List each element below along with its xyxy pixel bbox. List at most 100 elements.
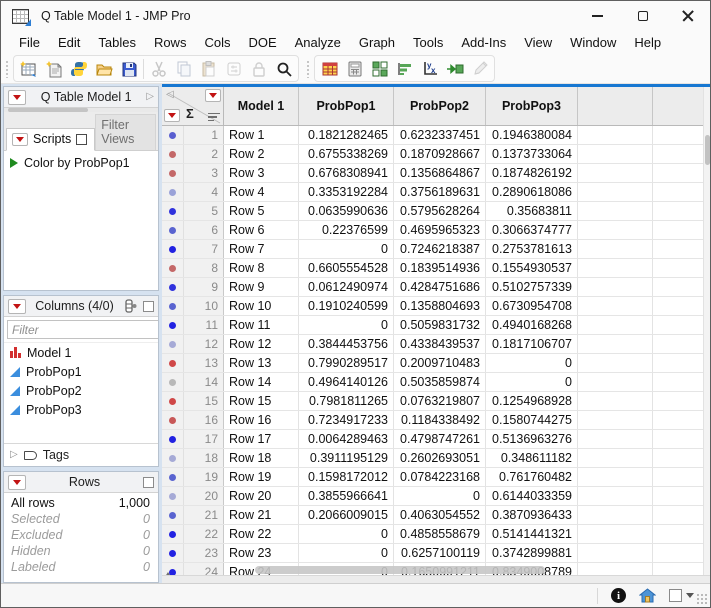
cell-probpop3[interactable]: 0.1946380084 [486,126,578,144]
cell-empty[interactable] [578,411,653,429]
cell-probpop3[interactable]: 0.1554930537 [486,259,578,277]
row-state-cell[interactable] [162,487,184,505]
search-button[interactable] [271,56,296,81]
row-stat-selected[interactable]: Selected0 [4,511,158,527]
open-file-button[interactable] [91,56,116,81]
row-number-cell[interactable]: 9 [184,278,224,296]
cell-probpop3[interactable]: 0 [486,354,578,372]
vertical-scrollbar-thumb[interactable] [705,135,710,165]
column-header-empty[interactable] [578,87,653,125]
cell-empty[interactable] [653,145,707,163]
tags-section[interactable]: ▷ Tags [4,443,158,466]
table-menu-button[interactable] [8,90,26,105]
maximize-button[interactable] [620,1,665,31]
menu-item-help[interactable]: Help [625,33,670,52]
cell-probpop3[interactable]: 0.2753781613 [486,240,578,258]
cell-empty[interactable] [578,430,653,448]
cell-probpop3[interactable]: 0.2890618086 [486,183,578,201]
cell-model1[interactable]: Row 23 [224,544,299,562]
row-state-cell[interactable] [162,525,184,543]
menu-item-addins[interactable]: Add-Ins [452,33,515,52]
new-data-table-button[interactable] [16,56,41,81]
row-stat-labeled[interactable]: Labeled0 [4,559,158,575]
toolbar-drag-handle[interactable] [5,60,10,78]
cell-probpop1[interactable]: 0.6605554528 [299,259,394,277]
cell-empty[interactable] [653,544,707,562]
cell-empty[interactable] [578,525,653,543]
cell-probpop2[interactable]: 0.1358804693 [394,297,486,315]
cell-probpop3[interactable]: 0.3870936433 [486,506,578,524]
menu-item-rows[interactable]: Rows [145,33,196,52]
table-row[interactable]: 21Row 210.20660090150.40630545520.387093… [162,506,710,525]
cell-probpop2[interactable]: 0.1184338492 [394,411,486,429]
row-number-cell[interactable]: 16 [184,411,224,429]
cell-model1[interactable]: Row 20 [224,487,299,505]
cell-empty[interactable] [578,392,653,410]
row-number-cell[interactable]: 13 [184,354,224,372]
row-number-cell[interactable]: 7 [184,240,224,258]
horizontal-scrollbar-thumb[interactable] [255,566,545,574]
cell-model1[interactable]: Row 8 [224,259,299,277]
minimize-button[interactable] [575,1,620,31]
cell-probpop2[interactable]: 0.2602693051 [394,449,486,467]
row-stat-hidden[interactable]: Hidden0 [4,543,158,559]
cell-empty[interactable] [653,335,707,353]
column-item-probpop1[interactable]: ProbPop1 [4,362,158,381]
column-item-model1[interactable]: Model 1 [4,343,158,362]
table-row[interactable]: 23Row 2300.62571001190.3742899881 [162,544,710,563]
cell-probpop2[interactable]: 0.4338439537 [394,335,486,353]
columns-menu-button[interactable] [8,299,26,314]
cell-empty[interactable] [578,240,653,258]
row-number-cell[interactable]: 19 [184,468,224,486]
cell-empty[interactable] [578,126,653,144]
rows-corner-menu-button[interactable] [164,109,180,122]
cell-empty[interactable] [653,449,707,467]
cell-probpop1[interactable]: 0 [299,544,394,562]
copy-button[interactable] [171,56,196,81]
script-item-color-by-probpop1[interactable]: Color by ProbPop1 [4,151,158,175]
data-table-button[interactable] [317,56,342,81]
preferences-button[interactable] [221,56,246,81]
rows-menu-button[interactable] [8,475,26,490]
cell-empty[interactable] [653,297,707,315]
column-item-probpop2[interactable]: ProbPop2 [4,381,158,400]
cell-model1[interactable]: Row 10 [224,297,299,315]
home-icon[interactable] [639,588,656,603]
tile-windows-button[interactable] [367,56,392,81]
row-state-cell[interactable] [162,449,184,467]
table-row[interactable]: 15Row 150.79818112650.07632198070.125496… [162,392,710,411]
cell-empty[interactable] [578,183,653,201]
column-item-probpop3[interactable]: ProbPop3 [4,400,158,419]
table-row[interactable]: 10Row 100.19102405990.13588046930.673095… [162,297,710,316]
cell-model1[interactable]: Row 9 [224,278,299,296]
cell-model1[interactable]: Row 17 [224,430,299,448]
row-state-cell[interactable] [162,259,184,277]
cell-probpop3[interactable]: 0.6144033359 [486,487,578,505]
cell-model1[interactable]: Row 18 [224,449,299,467]
row-state-cell[interactable] [162,373,184,391]
cell-probpop2[interactable]: 0.2009710483 [394,354,486,372]
columns-panel-toggle[interactable] [143,301,154,312]
cell-probpop1[interactable]: 0.7981811265 [299,392,394,410]
row-state-cell[interactable] [162,145,184,163]
cell-empty[interactable] [653,411,707,429]
collapse-sidebar-icon[interactable]: ◁ [166,90,174,100]
cell-empty[interactable] [653,506,707,524]
table-row[interactable]: 16Row 160.72349172330.11843384920.158074… [162,411,710,430]
row-number-cell[interactable]: 21 [184,506,224,524]
cell-probpop1[interactable]: 0.1598172012 [299,468,394,486]
cell-model1[interactable]: Row 14 [224,373,299,391]
table-row[interactable]: 9Row 90.06124909740.42847516860.51027573… [162,278,710,297]
cell-probpop2[interactable]: 0.4063054552 [394,506,486,524]
cell-empty[interactable] [653,430,707,448]
cell-probpop1[interactable]: 0.7990289517 [299,354,394,372]
column-manager-icon[interactable] [123,299,139,313]
cell-empty[interactable] [653,126,707,144]
expand-triangle-icon[interactable]: ▷ [10,450,18,460]
row-state-cell[interactable] [162,506,184,524]
row-number-cell[interactable]: 12 [184,335,224,353]
menu-item-view[interactable]: View [515,33,561,52]
cell-probpop1[interactable]: 0.7234917233 [299,411,394,429]
cell-probpop3[interactable]: 0.4940168268 [486,316,578,334]
row-state-cell[interactable] [162,164,184,182]
